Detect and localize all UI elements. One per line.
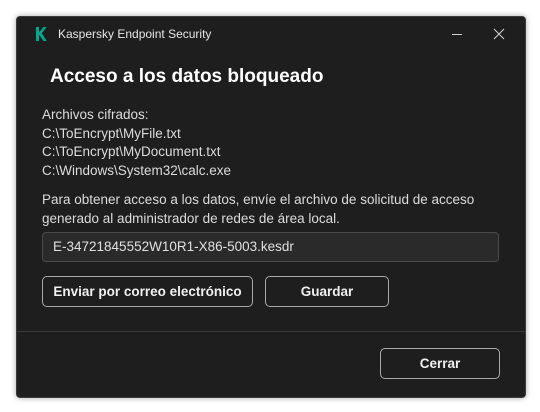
instructions-line: generado al administrador de redes de ár… <box>42 211 340 226</box>
footer-divider <box>17 331 525 332</box>
kaspersky-logo-icon <box>36 27 47 41</box>
instructions-text: Para obtener acceso a los datos, envíe e… <box>42 190 502 228</box>
dialog-window: Kaspersky Endpoint Security Acceso a los… <box>16 16 526 398</box>
instructions-line: Para obtener acceso a los datos, envíe e… <box>42 192 475 207</box>
file-path: C:\ToEncrypt\MyDocument.txt <box>42 144 221 159</box>
close-button[interactable]: Cerrar <box>380 348 500 379</box>
save-button[interactable]: Guardar <box>265 276 389 307</box>
file-path: C:\ToEncrypt\MyFile.txt <box>42 125 181 141</box>
window-close-button[interactable] <box>486 23 512 45</box>
minimize-icon <box>452 34 462 35</box>
minimize-button[interactable] <box>444 23 470 45</box>
title-bar: Kaspersky Endpoint Security <box>17 17 525 51</box>
app-title: Kaspersky Endpoint Security <box>58 27 212 41</box>
send-email-button[interactable]: Enviar por correo electrónico <box>42 276 253 307</box>
file-path: C:\Windows\System32\calc.exe <box>42 162 232 178</box>
files-label: Archivos cifrados: <box>42 107 149 122</box>
close-icon <box>493 28 505 40</box>
request-file-field[interactable]: E-34721845552W10R1-X86-5003.kesdr <box>42 232 499 262</box>
encrypted-files-list: Archivos cifrados: C:\ToEncrypt\MyFile.t… <box>42 106 231 180</box>
dialog-heading: Acceso a los datos bloqueado <box>50 66 324 87</box>
